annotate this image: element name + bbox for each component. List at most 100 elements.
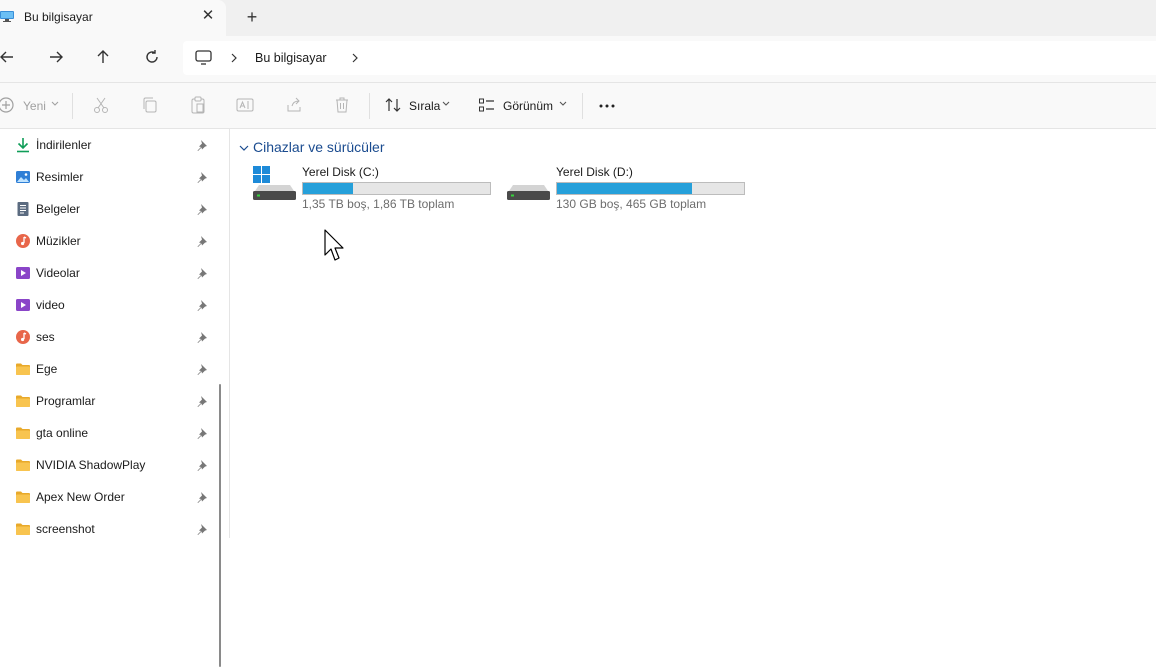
group-header[interactable]: Cihazlar ve sürücüler: [253, 139, 385, 155]
copy-icon[interactable]: [141, 96, 159, 114]
pin-icon[interactable]: [196, 459, 208, 471]
drive-space-text: 1,35 TB boş, 1,86 TB toplam: [302, 197, 455, 211]
documents-icon: [17, 202, 29, 216]
pin-icon[interactable]: [196, 235, 208, 247]
system-drive-icon: [253, 166, 296, 200]
sidebar-item-video[interactable]: video: [0, 289, 215, 321]
close-tab-icon[interactable]: ✕: [200, 8, 216, 24]
this-pc-icon: [195, 50, 212, 65]
pin-icon[interactable]: [196, 395, 208, 407]
sort-icon[interactable]: [384, 96, 402, 114]
drive-usage-bar: [302, 182, 491, 195]
chevron-right-icon[interactable]: [350, 51, 360, 65]
chevron-down-icon: [559, 101, 567, 106]
sidebar-item-label: NVIDIA ShadowPlay: [36, 458, 146, 472]
sidebar-item-label: screenshot: [36, 522, 95, 536]
pictures-icon: [16, 171, 30, 183]
sidebar-item-ses[interactable]: ses: [0, 321, 215, 353]
computer-icon: [0, 11, 14, 22]
chevron-down-icon: [442, 101, 450, 106]
sidebar-item-downloads[interactable]: İndirilenler: [0, 129, 215, 161]
rename-icon[interactable]: [236, 96, 254, 114]
sidebar-item-label: Resimler: [36, 170, 84, 184]
sidebar-item-label: Programlar: [36, 394, 96, 408]
refresh-icon[interactable]: [142, 47, 162, 67]
sidebar-item-label: Belgeler: [36, 202, 81, 216]
delete-icon[interactable]: [333, 96, 351, 114]
sidebar-scrollbar[interactable]: [219, 384, 221, 667]
sidebar-item-label: video: [36, 298, 65, 312]
sidebar-item-ege[interactable]: Ege: [0, 353, 215, 385]
view-button[interactable]: Görünüm: [503, 99, 553, 113]
content-area: Cihazlar ve sürücüler Yerel Disk (C:) 1,…: [230, 129, 1156, 538]
sidebar-item-label: Videolar: [36, 266, 80, 280]
sidebar-item-programlar[interactable]: Programlar: [0, 385, 215, 417]
new-icon[interactable]: [0, 96, 15, 114]
sidebar-item-gta-online[interactable]: gta online: [0, 417, 215, 449]
command-bar: Yeni Sırala Görünüm: [0, 83, 1156, 129]
folder-icon: [16, 363, 30, 375]
paste-icon[interactable]: [189, 96, 207, 114]
pin-icon[interactable]: [196, 139, 208, 151]
new-tab-icon[interactable]: +: [244, 8, 260, 26]
drive-name: Yerel Disk (D:): [556, 165, 633, 179]
pin-icon[interactable]: [196, 427, 208, 439]
sort-button[interactable]: Sırala: [409, 99, 440, 113]
videos-icon: [16, 299, 30, 311]
pin-icon[interactable]: [196, 203, 208, 215]
sidebar-item-screenshot[interactable]: screenshot: [0, 513, 215, 545]
music-icon: [16, 234, 30, 248]
tab-this-pc[interactable]: Bu bilgisayar ✕: [0, 0, 226, 36]
breadcrumb-this-pc[interactable]: Bu bilgisayar: [255, 51, 327, 65]
chevron-down-icon[interactable]: [238, 142, 250, 154]
toolbar-divider: [369, 93, 370, 119]
folder-icon: [16, 427, 30, 439]
mouse-cursor-icon: [324, 229, 344, 261]
tab-title: Bu bilgisayar: [24, 10, 93, 24]
up-icon[interactable]: [93, 47, 113, 67]
toolbar-divider: [582, 93, 583, 119]
music-icon: [16, 330, 30, 344]
videos-icon: [16, 267, 30, 279]
pin-icon[interactable]: [196, 331, 208, 343]
navigation-pane: İndirilenler Resimler Belgeler Müzikler: [0, 129, 230, 667]
folder-icon: [16, 459, 30, 471]
cut-icon[interactable]: [92, 96, 110, 114]
sidebar-item-music[interactable]: Müzikler: [0, 225, 215, 257]
pin-icon[interactable]: [196, 299, 208, 311]
pin-icon[interactable]: [196, 171, 208, 183]
chevron-right-icon[interactable]: [229, 51, 239, 65]
drive-icon: [507, 185, 550, 200]
sidebar-item-nvidia-shadowplay[interactable]: NVIDIA ShadowPlay: [0, 449, 215, 481]
folder-icon: [16, 491, 30, 503]
folder-icon: [16, 523, 30, 535]
drive-usage-fill: [303, 183, 354, 194]
drive-d[interactable]: Yerel Disk (D:) 130 GB boş, 465 GB topla…: [506, 165, 746, 215]
sidebar-item-documents[interactable]: Belgeler: [0, 193, 215, 225]
sidebar-item-label: İndirilenler: [36, 138, 92, 152]
pin-icon[interactable]: [196, 523, 208, 535]
forward-icon[interactable]: [46, 47, 66, 67]
new-button[interactable]: Yeni: [23, 99, 46, 113]
back-icon[interactable]: [0, 47, 18, 67]
sidebar-item-videos[interactable]: Videolar: [0, 257, 215, 289]
drive-space-text: 130 GB boş, 465 GB toplam: [556, 197, 707, 211]
share-icon[interactable]: [285, 96, 303, 114]
download-icon: [17, 138, 29, 153]
tab-bar: Bu bilgisayar ✕ +: [0, 0, 1156, 36]
more-options-icon[interactable]: [598, 96, 616, 114]
view-icon[interactable]: [478, 96, 496, 114]
sidebar-item-label: Apex New Order: [36, 490, 125, 504]
sidebar-item-label: Ege: [36, 362, 58, 376]
pin-icon[interactable]: [196, 267, 208, 279]
folder-icon: [16, 395, 30, 407]
address-bar[interactable]: Bu bilgisayar: [183, 41, 1156, 75]
toolbar-divider: [72, 93, 73, 119]
sidebar-item-pictures[interactable]: Resimler: [0, 161, 215, 193]
drive-c[interactable]: Yerel Disk (C:) 1,35 TB boş, 1,86 TB top…: [252, 165, 492, 215]
pin-icon[interactable]: [196, 363, 208, 375]
sidebar-item-apex-new-order[interactable]: Apex New Order: [0, 481, 215, 513]
pin-icon[interactable]: [196, 491, 208, 503]
sidebar-item-label: ses: [36, 330, 55, 344]
navigation-bar: Bu bilgisayar: [0, 36, 1156, 83]
